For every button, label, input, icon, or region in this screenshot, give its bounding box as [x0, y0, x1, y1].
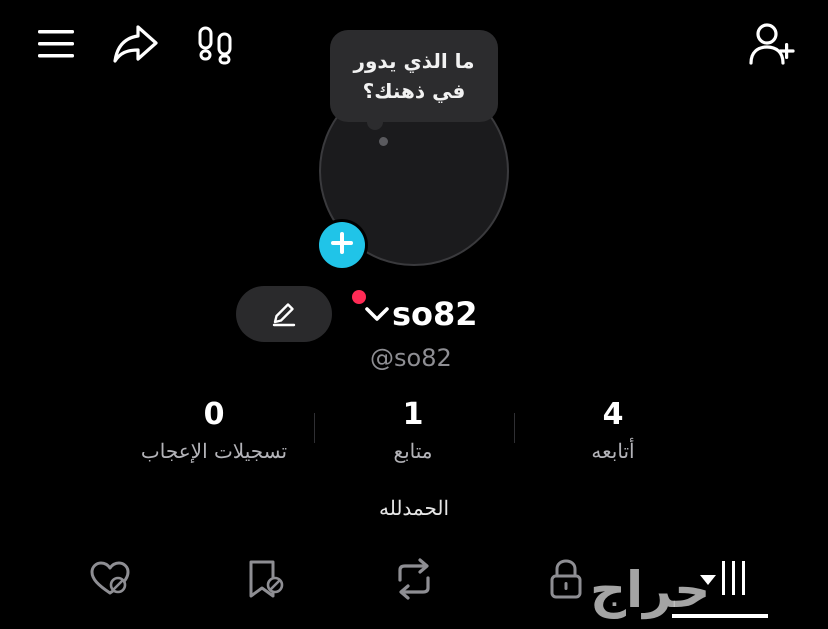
- notification-dot: [352, 290, 366, 304]
- footprints-icon: [195, 24, 237, 66]
- followers-count: 1: [402, 397, 424, 432]
- add-avatar-button[interactable]: [316, 219, 368, 271]
- thought-bubble[interactable]: ما الذي يدور في ذهنك؟: [330, 30, 498, 122]
- tab-reposts[interactable]: [389, 556, 439, 606]
- watermark-logo: حراج: [590, 561, 711, 619]
- menu-icon: [36, 28, 76, 60]
- thought-bubble-line2: في ذهنك؟: [362, 79, 466, 103]
- stat-likes[interactable]: 0 تسجيلات الإعجاب: [104, 395, 324, 467]
- plus-icon: [329, 230, 355, 260]
- favorites-hidden-icon: [243, 558, 287, 604]
- username: so82: [392, 295, 478, 333]
- repost-icon: [392, 558, 436, 604]
- share-profile-button[interactable]: [108, 20, 162, 68]
- profile-views-button[interactable]: [192, 22, 240, 68]
- stat-following[interactable]: 4 أتابعه: [503, 395, 723, 467]
- edit-profile-button[interactable]: [236, 286, 332, 342]
- add-user-icon: [747, 21, 797, 67]
- following-label: أتابعه: [591, 439, 635, 463]
- thought-bubble-dot: [379, 137, 388, 146]
- account-switch-button[interactable]: [364, 303, 390, 329]
- followers-label: متابع: [393, 439, 433, 463]
- chevron-down-icon: [364, 307, 390, 329]
- liked-hidden-icon: [88, 559, 132, 603]
- likes-count: 0: [203, 397, 225, 432]
- menu-button[interactable]: [32, 22, 80, 66]
- tab-favorites[interactable]: [240, 556, 290, 606]
- following-count: 4: [602, 397, 624, 432]
- user-handle: @so82: [370, 344, 452, 372]
- share-icon: [111, 23, 159, 65]
- likes-label: تسجيلات الإعجاب: [140, 439, 288, 463]
- tab-private[interactable]: [541, 556, 591, 606]
- thought-bubble-line1: ما الذي يدور: [353, 49, 475, 73]
- stat-followers[interactable]: 1 متابع: [303, 395, 523, 467]
- pencil-icon: [270, 300, 298, 328]
- lock-icon: [546, 557, 586, 605]
- tab-liked[interactable]: [85, 556, 135, 606]
- profile-bio: الحمدلله: [378, 496, 450, 520]
- add-friend-button[interactable]: [744, 20, 800, 68]
